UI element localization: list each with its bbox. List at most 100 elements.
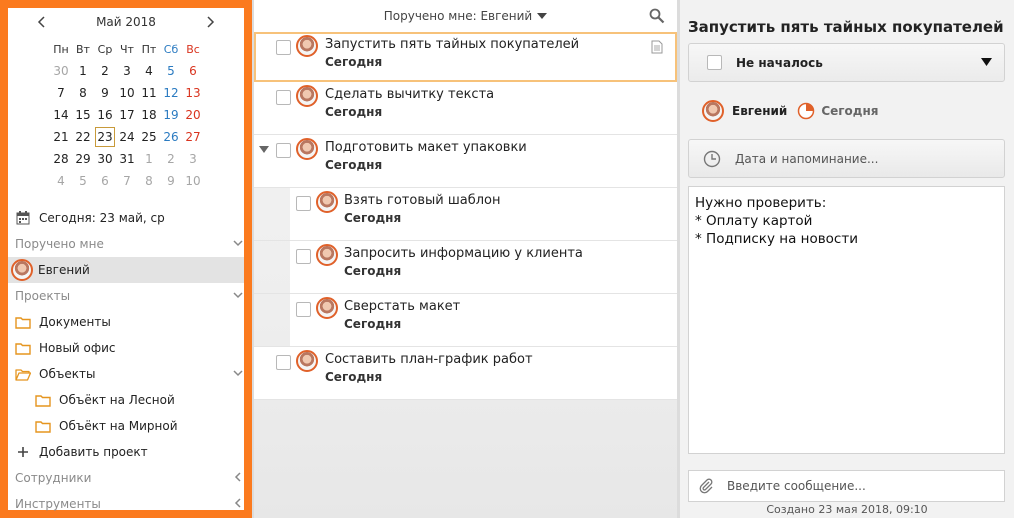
- calendar-day[interactable]: 22: [72, 126, 94, 148]
- paperclip-icon[interactable]: [698, 478, 714, 494]
- avatar: [316, 191, 338, 213]
- calendar-day[interactable]: 4: [138, 60, 160, 82]
- calendar-day[interactable]: 2: [94, 60, 116, 82]
- weekday-header: Вс: [186, 42, 200, 56]
- task-title: Запросить информацию у клиента: [344, 246, 583, 261]
- calendar-day[interactable]: 16: [94, 104, 116, 126]
- task-checkbox[interactable]: [296, 249, 311, 264]
- calendar-day[interactable]: 27: [182, 126, 204, 148]
- assignee-name: Евгений: [732, 104, 788, 118]
- calendar-day[interactable]: 10: [116, 82, 138, 104]
- calendar-day[interactable]: 26: [160, 126, 182, 148]
- task-checkbox[interactable]: [296, 196, 311, 211]
- calendar-day[interactable]: 7: [116, 170, 138, 192]
- next-month-button[interactable]: [204, 15, 218, 29]
- subtask-row[interactable]: Взять готовый шаблон Сегодня: [254, 188, 677, 241]
- sidebar-user-label: Евгений: [38, 263, 90, 277]
- calendar-day[interactable]: 8: [72, 82, 94, 104]
- section-projects[interactable]: Проекты: [8, 283, 244, 309]
- calendar-day[interactable]: 30: [50, 60, 72, 82]
- task-row[interactable]: Составить план-график работ Сегодня: [254, 347, 677, 400]
- calendar-day[interactable]: 31: [116, 148, 138, 170]
- section-employees[interactable]: Сотрудники: [8, 465, 244, 491]
- calendar-day[interactable]: 6: [94, 170, 116, 192]
- calendar-day[interactable]: 6: [182, 60, 204, 82]
- task-checkbox[interactable]: [296, 302, 311, 317]
- sidebar-item-obj-lesnoy[interactable]: Объёкт на Лесной: [8, 387, 244, 413]
- calendar-day[interactable]: 15: [72, 104, 94, 126]
- calendar-day[interactable]: 2: [160, 148, 182, 170]
- add-project-button[interactable]: Добавить проект: [8, 439, 244, 465]
- subtask-row[interactable]: Запросить информацию у клиента Сегодня: [254, 241, 677, 294]
- calendar-day[interactable]: 11: [138, 82, 160, 104]
- collapse-triangle-icon[interactable]: [259, 146, 269, 154]
- project-label: Объёкт на Мирной: [59, 419, 178, 433]
- task-complete-checkbox[interactable]: [707, 55, 722, 70]
- date-reminder-button[interactable]: Дата и напоминание...: [688, 139, 1005, 178]
- calendar-day-today[interactable]: 23: [94, 126, 116, 148]
- chevron-down-icon: [233, 370, 243, 377]
- task-filter-label: Поручено мне: Евгений: [383, 9, 533, 23]
- sidebar-item-objects[interactable]: Объекты: [8, 361, 244, 387]
- task-row[interactable]: Сделать вычитку текста Сегодня: [254, 82, 677, 135]
- calendar-day[interactable]: 13: [182, 82, 204, 104]
- task-checkbox[interactable]: [276, 90, 291, 105]
- assignee-row[interactable]: Евгений Сегодня: [702, 100, 878, 122]
- calendar-day[interactable]: 3: [182, 148, 204, 170]
- weekday-header: Чт: [120, 42, 134, 56]
- calendar-day[interactable]: 5: [160, 60, 182, 82]
- calendar-day[interactable]: 3: [116, 60, 138, 82]
- task-row-selected[interactable]: Запустить пять тайных покупателей Сегодн…: [254, 32, 677, 82]
- section-tools[interactable]: Инструменты: [8, 491, 244, 517]
- calendar-day[interactable]: 1: [138, 148, 160, 170]
- task-notes-field[interactable]: Нужно проверить: * Оплату картой * Подписк…: [688, 186, 1005, 454]
- sidebar-item-user[interactable]: Евгений: [8, 257, 244, 283]
- calendar-day[interactable]: 30: [94, 148, 116, 170]
- calendar-day[interactable]: 28: [50, 148, 72, 170]
- calendar-day[interactable]: 20: [182, 104, 204, 126]
- sidebar-item-obj-mirnoy[interactable]: Объёкт на Мирной: [8, 413, 244, 439]
- task-checkbox[interactable]: [276, 143, 291, 158]
- calendar-day[interactable]: 29: [72, 148, 94, 170]
- folder-icon: [15, 314, 31, 330]
- section-assigned[interactable]: Поручено мне: [8, 231, 244, 257]
- task-row-parent[interactable]: Подготовить макет упаковки Сегодня: [254, 135, 677, 188]
- status-dropdown[interactable]: Не началось: [688, 43, 1005, 82]
- calendar-day[interactable]: 19: [160, 104, 182, 126]
- prev-month-button[interactable]: [34, 15, 48, 29]
- task-checkbox[interactable]: [276, 40, 291, 55]
- sidebar-item-new-office[interactable]: Новый офис: [8, 335, 244, 361]
- calendar-day[interactable]: 24: [116, 126, 138, 148]
- task-checkbox[interactable]: [276, 355, 291, 370]
- today-link[interactable]: Сегодня: 23 май, ср: [8, 205, 244, 231]
- task-detail-pane: Запустить пять тайных покупателей Не нач…: [680, 0, 1014, 518]
- task-detail-title[interactable]: Запустить пять тайных покупателей: [688, 18, 1004, 36]
- task-title: Взять готовый шаблон: [344, 193, 501, 208]
- avatar: [702, 100, 724, 122]
- task-due: Сегодня: [325, 55, 383, 69]
- calendar-day[interactable]: 7: [50, 82, 72, 104]
- calendar-day[interactable]: 25: [138, 126, 160, 148]
- message-input[interactable]: Введите сообщение...: [688, 470, 1005, 502]
- task-due: Сегодня: [325, 105, 383, 119]
- calendar-day[interactable]: 5: [72, 170, 94, 192]
- calendar-day[interactable]: 9: [160, 170, 182, 192]
- calendar-day[interactable]: 12: [160, 82, 182, 104]
- calendar-day[interactable]: 8: [138, 170, 160, 192]
- subtask-row[interactable]: Сверстать макет Сегодня: [254, 294, 677, 347]
- calendar-day[interactable]: 21: [50, 126, 72, 148]
- calendar-day[interactable]: 17: [116, 104, 138, 126]
- calendar-day[interactable]: 18: [138, 104, 160, 126]
- calendar-day[interactable]: 9: [94, 82, 116, 104]
- today-label: Сегодня: 23 май, ср: [39, 211, 165, 225]
- avatar: [296, 35, 318, 57]
- avatar: [296, 85, 318, 107]
- calendar-day[interactable]: 1: [72, 60, 94, 82]
- calendar-day[interactable]: 4: [50, 170, 72, 192]
- search-icon[interactable]: [649, 8, 665, 24]
- task-list-pane: Поручено мне: Евгений Запустить пять тай…: [254, 0, 677, 518]
- sidebar-item-documents[interactable]: Документы: [8, 309, 244, 335]
- calendar-day[interactable]: 14: [50, 104, 72, 126]
- task-filter-dropdown[interactable]: Поручено мне: Евгений: [254, 0, 677, 32]
- calendar-day[interactable]: 10: [182, 170, 204, 192]
